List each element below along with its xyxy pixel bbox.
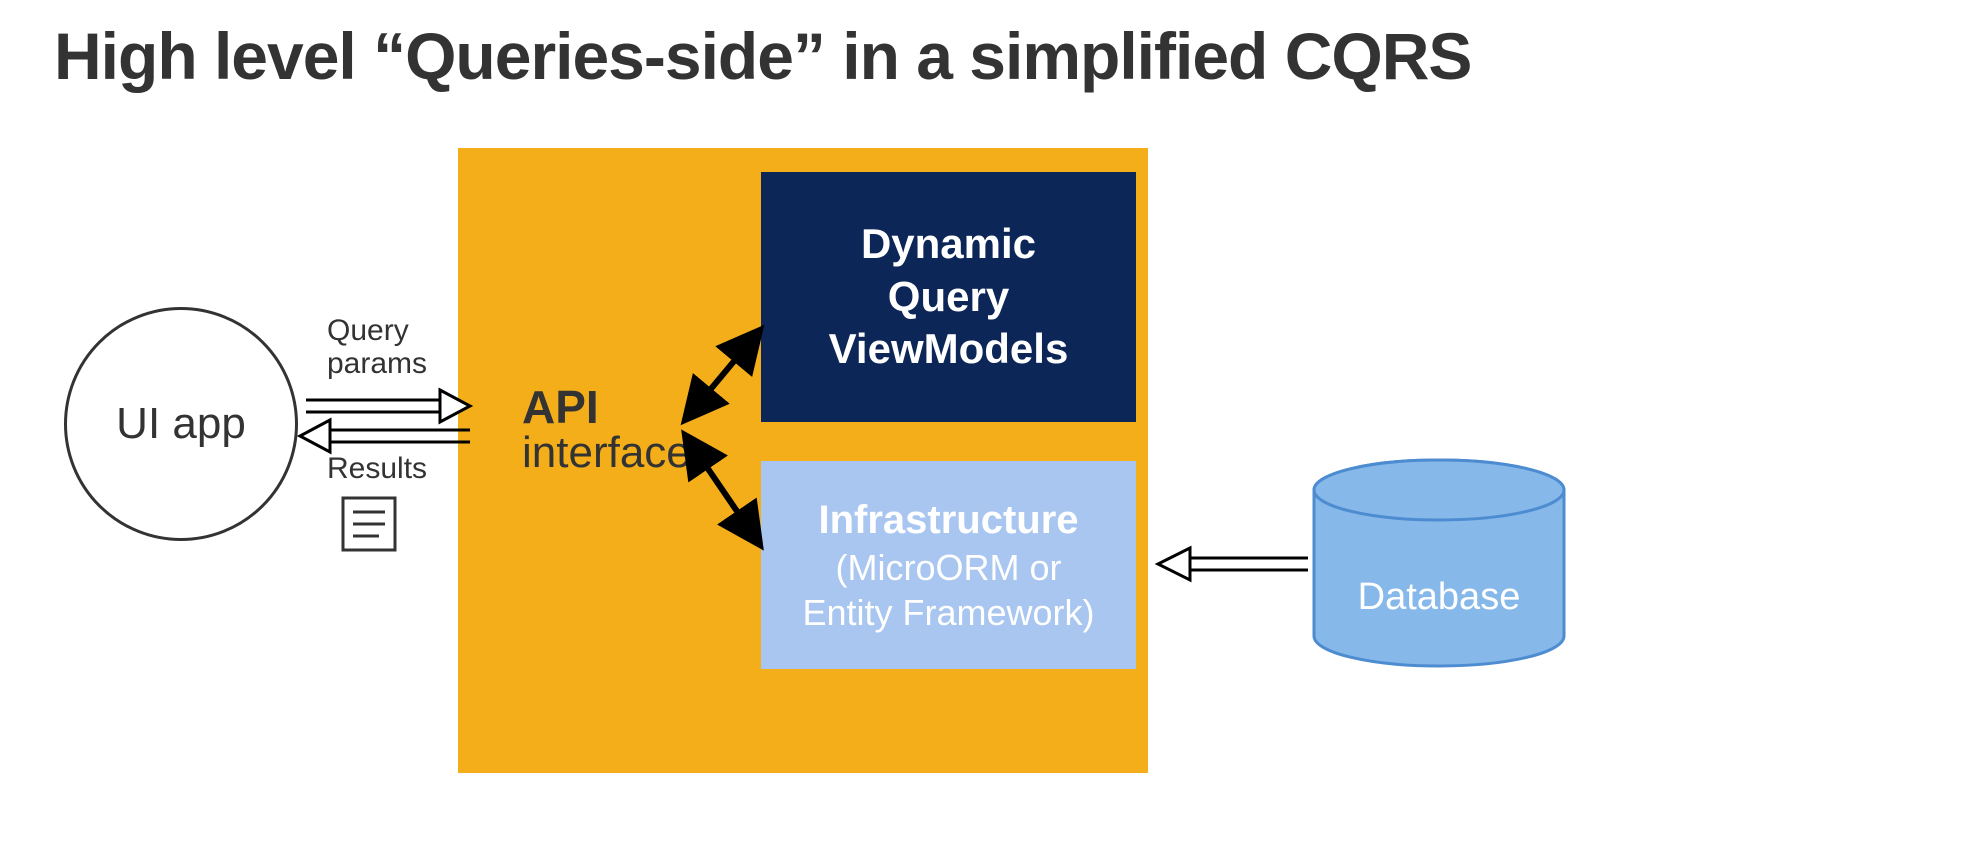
infrastructure-title: Infrastructure — [818, 495, 1078, 545]
arrow-ui-to-api — [306, 390, 470, 422]
viewmodels-line2: Query — [888, 273, 1009, 320]
arrow-db-to-infra — [1158, 548, 1308, 580]
database-label: Database — [1310, 576, 1568, 619]
document-icon — [339, 494, 399, 554]
api-subtitle: interface — [522, 428, 691, 478]
database-icon — [1310, 456, 1568, 670]
infrastructure-sub1: (MicroORM or — [836, 545, 1062, 590]
viewmodels-line3: ViewModels — [829, 325, 1069, 372]
infrastructure-sub2: Entity Framework) — [802, 590, 1094, 635]
viewmodels-box: Dynamic Query ViewModels — [761, 172, 1136, 422]
viewmodels-line1: Dynamic — [861, 220, 1036, 267]
infrastructure-box: Infrastructure (MicroORM or Entity Frame… — [761, 461, 1136, 669]
results-label: Results — [327, 452, 427, 486]
api-title: API — [522, 380, 691, 434]
diagram-title: High level “Queries-side” in a simplifie… — [54, 18, 1471, 94]
database-node: Database — [1310, 456, 1568, 670]
arrow-api-to-ui — [300, 420, 470, 452]
diagram-canvas: High level “Queries-side” in a simplifie… — [0, 0, 1981, 842]
api-block: API interface — [522, 380, 691, 478]
ui-app-node: UI app — [64, 307, 298, 541]
query-params-label: Query params — [327, 314, 427, 380]
ui-app-label: UI app — [116, 399, 246, 449]
